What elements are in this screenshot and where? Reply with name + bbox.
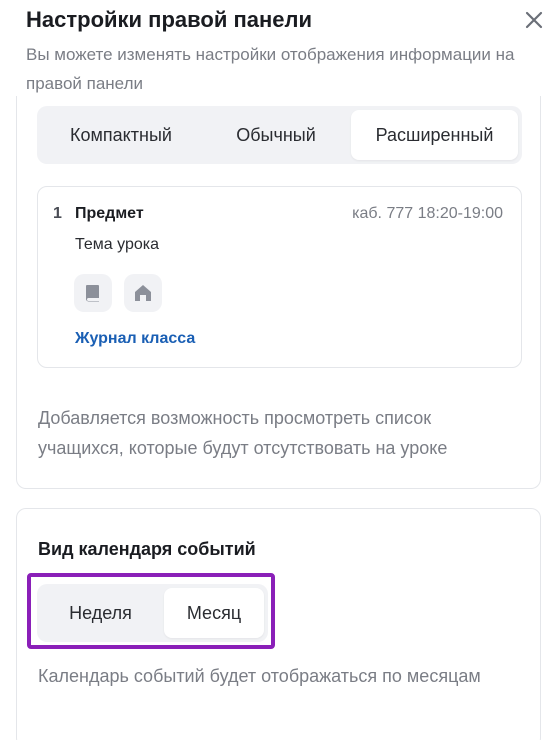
lesson-subject: Предмет [75, 205, 144, 222]
panel-title: Настройки правой панели [26, 7, 312, 32]
close-button[interactable] [522, 8, 546, 32]
remote-lesson-button[interactable] [124, 274, 162, 312]
calendar-view-title: Вид календаря событий [38, 539, 256, 559]
view-mode-normal[interactable]: Обычный [201, 110, 351, 160]
calendar-view-switcher: Неделя Месяц [37, 584, 268, 642]
calendar-view-week[interactable]: Неделя [41, 588, 160, 638]
calendar-view-month[interactable]: Месяц [164, 588, 264, 638]
view-mode-compact[interactable]: Компактный [41, 110, 201, 160]
lesson-room-time: каб. 777 18:20-19:00 [352, 205, 503, 222]
lesson-topic: Тема урока [75, 236, 159, 253]
view-mode-switcher: Компактный Обычный Расширенный [37, 106, 522, 164]
close-icon [525, 11, 543, 29]
panel-header: Настройки правой панели Вы можете изменя… [26, 6, 526, 98]
right-panel-settings: Настройки правой панели Вы можете изменя… [0, 0, 560, 740]
book-icon [86, 285, 99, 302]
class-journal-link[interactable]: Журнал класса [75, 330, 195, 348]
lesson-number: 1 [53, 205, 62, 222]
panel-subtitle: Вы можете изменять настройки отображения… [26, 45, 515, 93]
view-mode-description: Добавляется возможность просмотреть спис… [38, 408, 448, 458]
view-mode-card: Компактный Обычный Расширенный 1 Предмет… [16, 96, 541, 489]
view-mode-extended[interactable]: Расширенный [351, 110, 518, 160]
homework-button[interactable] [74, 274, 112, 312]
lesson-preview: 1 Предмет каб. 777 18:20-19:00 Тема урок… [37, 186, 522, 368]
calendar-view-description: Календарь событий будет отображаться по … [38, 666, 481, 686]
calendar-view-card: Вид календаря событий Неделя Месяц Кален… [16, 508, 541, 740]
home-icon [135, 285, 151, 301]
